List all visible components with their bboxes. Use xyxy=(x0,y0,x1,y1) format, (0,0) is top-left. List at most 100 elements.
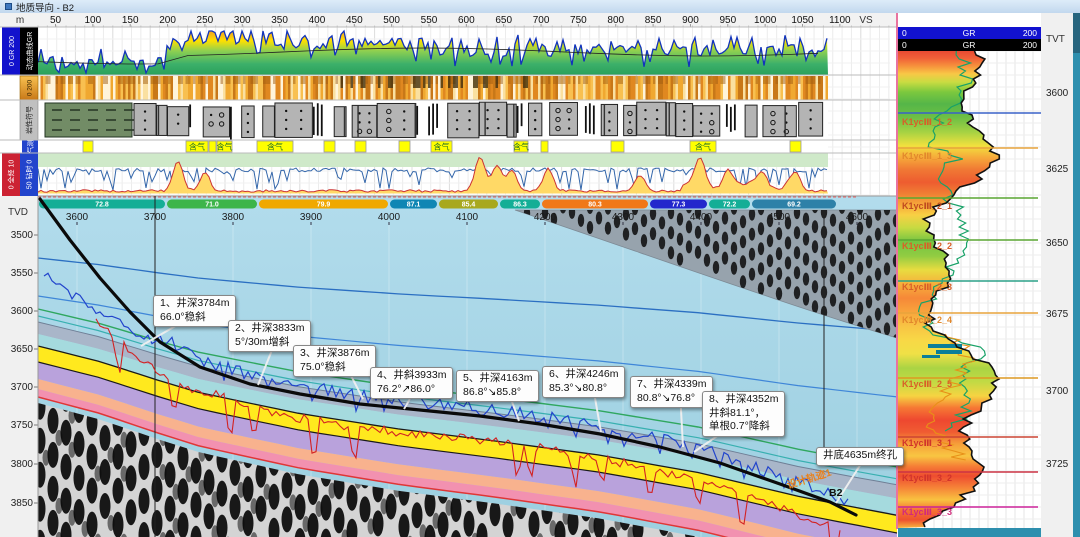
vs-axis-tick: 4300 xyxy=(612,212,635,223)
segment-quality-value: 87.1 xyxy=(407,202,421,209)
tvd-axis-tick: 3600 xyxy=(11,306,34,317)
trajectory-annotation: 1、井深3784m66.0°稳斜 xyxy=(153,295,236,327)
formation-label: K1ycⅢ_2_5 xyxy=(902,379,952,389)
annotation-line: 井斜81.1°， xyxy=(709,407,765,419)
vs-axis-tick: 4600 xyxy=(846,212,869,223)
segment-quality-value: 86.3 xyxy=(513,202,527,209)
vs-axis-tick: 4100 xyxy=(456,212,479,223)
main-cross-section: 72.871.079.987.185.486.380.377.372.269.2… xyxy=(35,192,900,537)
formation-label: K1ycⅢ_1_2 xyxy=(902,117,952,127)
vs-axis-tick: 4400 xyxy=(690,212,713,223)
formation-label: K1ycⅢ_2_4 xyxy=(902,315,952,325)
total-hc-header: 0 全烃 10 xyxy=(7,160,16,190)
segment-quality-value: 71.0 xyxy=(205,202,219,209)
annotation-line: 2、井深3833m xyxy=(235,322,304,334)
trajectory-annotation: 4、井斜3933m 76.2°↗86.0° xyxy=(370,367,453,399)
annotation-line: 75.0°稳斜 xyxy=(300,361,346,373)
formation-label: K1ycⅢ_1_3 xyxy=(902,151,952,161)
gr-header-blue: GR xyxy=(963,28,976,38)
geosteering-graphics: m501001502002503003504004505005506006507… xyxy=(0,0,1080,537)
vs-axis-tick: 3800 xyxy=(222,212,245,223)
tvt-axis-tick: 3650 xyxy=(1046,238,1069,249)
gas-bearing-mark xyxy=(541,141,548,152)
vs-axis-tick: 3900 xyxy=(300,212,323,223)
tvt-axis-tick: 3675 xyxy=(1046,309,1069,320)
tvd-axis-tick: 3750 xyxy=(11,420,34,431)
gas-bearing-mark xyxy=(355,141,366,152)
formation-label: K1ycⅢ_3_3 xyxy=(902,507,952,517)
svg-text:200: 200 xyxy=(1023,28,1037,38)
window-title: 地质导向 - B2 xyxy=(16,0,74,14)
well-name-label: B2 xyxy=(829,487,842,499)
gr-dynamic-header: 动态曲线GR xyxy=(25,32,34,71)
annotation-line: 5、井深4163m xyxy=(463,372,532,384)
trajectory-annotation: 6、井深4246m 85.3°↘80.8° xyxy=(542,366,625,398)
tvt-axis-tick: 3600 xyxy=(1046,88,1069,99)
gas-bearing-label: 含气 xyxy=(434,142,450,152)
gas-bearing-label: 含气 xyxy=(189,142,205,152)
gas-bearing-mark xyxy=(790,141,801,152)
annotation-line: 80.8°↘76.8° xyxy=(637,392,695,404)
segment-quality-value: 79.9 xyxy=(317,202,331,209)
ruler-unit: m xyxy=(16,15,24,26)
tvd-axis: TVD35003550360036503700375038003850 xyxy=(0,196,38,537)
annotation-line: 8、井深4352m xyxy=(709,393,778,405)
annotation-line: 5°/30m增斜 xyxy=(235,336,289,348)
gas-bearing-label: 含气 xyxy=(267,142,283,152)
gas-bearing-mark xyxy=(83,141,93,152)
annotation-line: 单根0.7°降斜 xyxy=(709,420,770,432)
colorbar-scale-header: 0 200 xyxy=(27,79,34,96)
tvd-axis-tick: 3700 xyxy=(11,382,34,393)
gas-bearing-mark xyxy=(399,141,410,152)
annotation-line: 85.3°↘80.8° xyxy=(549,382,607,394)
gr-header-black: GR xyxy=(963,40,976,50)
tvd-axis-tick: 3650 xyxy=(11,344,34,355)
svg-text:0: 0 xyxy=(902,40,907,50)
svg-text:200: 200 xyxy=(1023,40,1037,50)
lithology-header: 岩性符号 xyxy=(25,106,34,134)
annotation-line: 6、井深4246m xyxy=(549,368,618,380)
gas-bearing-mark xyxy=(324,141,335,152)
trajectory-annotation: 7、井深4339m 80.8°↘76.8° xyxy=(630,376,713,408)
annotation-line: 7、井深4339m xyxy=(637,378,706,390)
vs-axis-tick: 3600 xyxy=(66,212,89,223)
gas-header: 气测 xyxy=(26,140,35,154)
segment-quality-value: 72.2 xyxy=(723,202,737,209)
segment-quality-value: 80.3 xyxy=(588,202,602,209)
trajectory-annotation: 8、井深4352m 井斜81.1°，单根0.7°降斜 xyxy=(702,391,785,437)
annotation-line: 66.0°稳斜 xyxy=(160,311,206,323)
tvt-axis-tick: 3625 xyxy=(1046,164,1069,175)
window-titlebar[interactable]: 地质导向 - B2 xyxy=(0,0,1080,13)
formation-label: K1ycⅢ_3_1 xyxy=(902,438,952,448)
vs-axis-tick: 4200 xyxy=(534,212,557,223)
drill-time-header: 50 钻时 0 xyxy=(25,160,34,190)
tvd-axis-tick: 3800 xyxy=(11,459,34,470)
trajectory-annotation: 5、井深4163m 86.8°↘85.8° xyxy=(456,370,539,402)
ruler-vs-label: VS xyxy=(859,15,873,26)
vs-axis-tick: 4000 xyxy=(378,212,401,223)
formation-label: K1ycⅢ_3_2 xyxy=(902,473,952,483)
tvt-axis-tick: 3700 xyxy=(1046,386,1069,397)
tvt-axis: TVT 3600 3625 3650 3675 3700 3725 xyxy=(1041,13,1073,537)
annotation-line: 4、井斜3933m xyxy=(377,369,446,381)
tvt-axis-tick: 3725 xyxy=(1046,459,1069,470)
annotation-line: 76.2°↗86.0° xyxy=(377,383,435,395)
tvt-axis-label: TVT xyxy=(1046,34,1065,45)
tvd-axis-tick: 3500 xyxy=(11,230,34,241)
vs-axis-tick: 4500 xyxy=(768,212,791,223)
annotation-line: 井底4635m终孔 xyxy=(823,449,897,461)
trajectory-annotation: 3、井深3876m 75.0°稳斜 xyxy=(293,345,376,377)
gas-bearing-mark xyxy=(611,141,624,152)
segment-quality-value: 69.2 xyxy=(787,202,801,209)
formation-label: K1ycⅢ_2_1 xyxy=(902,201,952,211)
gas-bearing-label: 含气 xyxy=(695,142,711,152)
tvd-axis-tick: 3550 xyxy=(11,268,34,279)
segment-quality-value: 72.8 xyxy=(95,202,109,209)
top-tracks: m501001502002503003504004505005506006507… xyxy=(0,13,898,196)
formation-label: K1ycⅢ_2_2 xyxy=(902,241,952,251)
right-scrollbar[interactable] xyxy=(1073,13,1080,537)
segment-quality-value: 77.3 xyxy=(672,202,686,209)
annotation-line: 3、井深3876m xyxy=(300,347,369,359)
annotation-line: 86.8°↘85.8° xyxy=(463,386,521,398)
gas-bearing-label: 含气 xyxy=(513,142,529,152)
